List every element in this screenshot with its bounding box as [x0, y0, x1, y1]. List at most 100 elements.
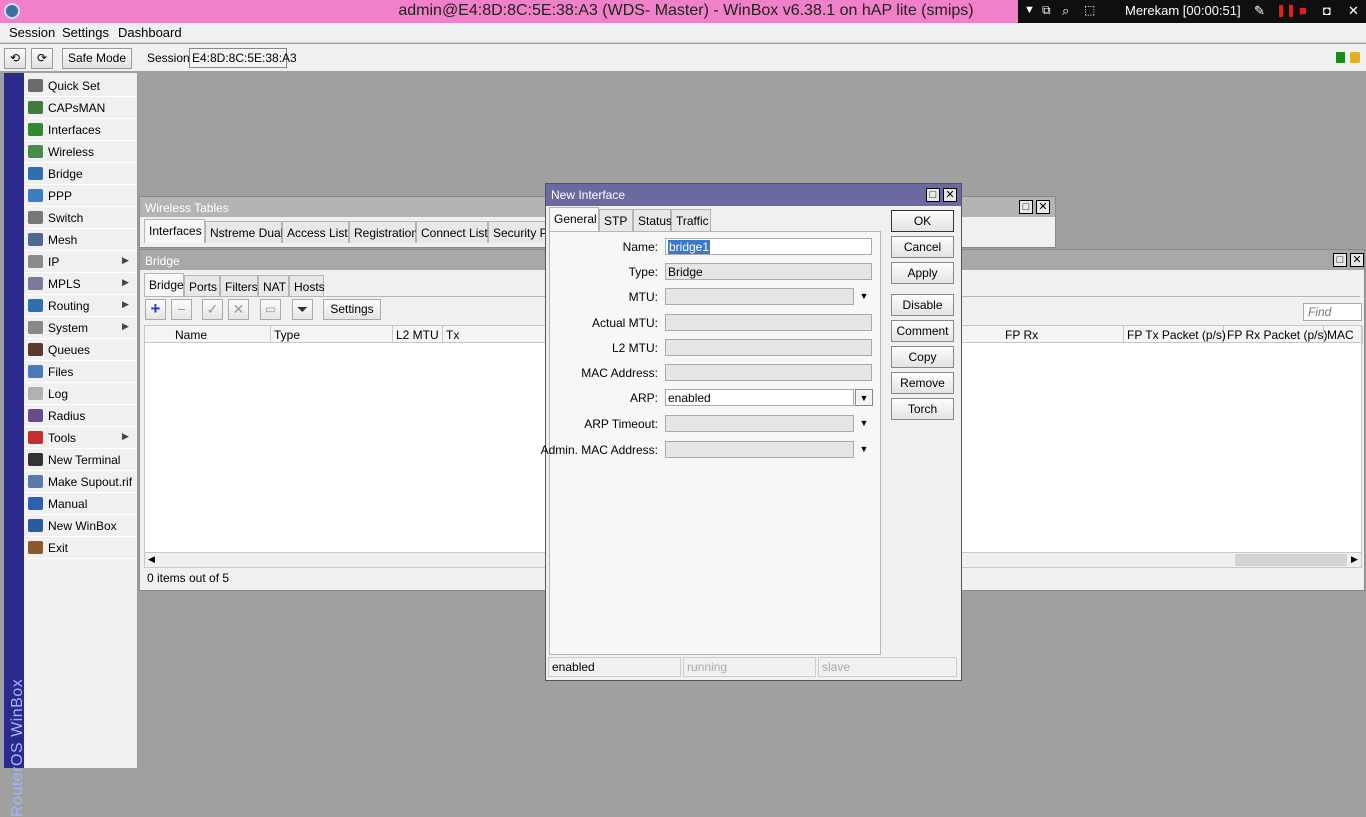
- enable-check-icon[interactable]: ✓: [202, 299, 223, 320]
- sidebar-item-files[interactable]: Files: [24, 361, 137, 383]
- scroll-left-icon[interactable]: ◀: [148, 554, 155, 565]
- sidebar-item-quick-set[interactable]: Quick Set: [24, 75, 137, 97]
- undo-button[interactable]: ⟲: [4, 48, 26, 69]
- column-type[interactable]: Type: [271, 326, 393, 344]
- tab-dialog-stp[interactable]: STP: [599, 209, 633, 231]
- sidebar-item-routing[interactable]: Routing ▶: [24, 295, 137, 317]
- sidebar-item-wireless[interactable]: Wireless: [24, 141, 137, 163]
- tab-wireless-nstreme-dual[interactable]: Nstreme Dual: [205, 221, 283, 243]
- settings-button[interactable]: Settings: [323, 299, 381, 320]
- camera-icon[interactable]: ◘: [1323, 3, 1331, 18]
- comment-icon[interactable]: ▭: [260, 299, 281, 320]
- sidebar-item-radius[interactable]: Radius: [24, 405, 137, 427]
- dropdown-arrow-icon[interactable]: ▼: [1024, 4, 1035, 16]
- connection-status-icon: [1336, 52, 1345, 63]
- region-select-icon[interactable]: ⬚: [1084, 3, 1095, 17]
- name-field[interactable]: bridge1: [665, 238, 872, 255]
- sidebar-item-new-terminal[interactable]: New Terminal: [24, 449, 137, 471]
- sidebar-item-mesh[interactable]: Mesh: [24, 229, 137, 251]
- tab-dialog-general[interactable]: General: [549, 207, 599, 231]
- pen-icon[interactable]: ✎: [1254, 3, 1265, 19]
- filter-icon[interactable]: ⏷: [292, 299, 313, 320]
- remove-button[interactable]: Remove: [891, 372, 954, 394]
- comment-button[interactable]: Comment: [891, 320, 954, 342]
- add-icon[interactable]: +: [145, 299, 166, 320]
- tab-bridge-hosts[interactable]: Hosts: [289, 275, 325, 297]
- sidebar-item-exit[interactable]: Exit: [24, 537, 137, 559]
- menu-dashboard[interactable]: Dashboard: [118, 25, 182, 40]
- tab-bridge-bridge[interactable]: Bridge: [144, 273, 184, 297]
- sidebar-item-new-winbox[interactable]: New WinBox: [24, 515, 137, 537]
- apply-button[interactable]: Apply: [891, 262, 954, 284]
- sidebar-item-ppp[interactable]: PPP: [24, 185, 137, 207]
- sidebar-item-manual[interactable]: Manual: [24, 493, 137, 515]
- maximize-icon[interactable]: □: [1019, 200, 1033, 214]
- zoom-search-icon[interactable]: ⌕: [1062, 3, 1069, 19]
- close-icon[interactable]: ✕: [1348, 3, 1359, 19]
- column-mac[interactable]: MAC: [1324, 326, 1363, 344]
- column-fp-rx-packet-p-s-[interactable]: FP Rx Packet (p/s): [1224, 326, 1327, 344]
- screen-recorder-bar: ▼ ⧉ ⌕ ⬚ Merekam [00:00:51] ✎ ❚❚ ■ ◘ ✕: [1018, 0, 1366, 23]
- disable-button[interactable]: Disable: [891, 294, 954, 316]
- tab-bridge-ports[interactable]: Ports: [184, 275, 220, 297]
- scroll-right-icon[interactable]: ▶: [1351, 554, 1358, 565]
- torch-button[interactable]: Torch: [891, 398, 954, 420]
- column-fp-tx-packet-p-s-[interactable]: FP Tx Packet (p/s): [1124, 326, 1226, 344]
- sidebar-item-queues[interactable]: Queues: [24, 339, 137, 361]
- arp-timeout-field[interactable]: [665, 415, 854, 432]
- column-l2-mtu[interactable]: L2 MTU: [393, 326, 443, 344]
- tab-bridge-nat[interactable]: NAT: [258, 275, 289, 297]
- tab-dialog-status[interactable]: Status: [633, 209, 672, 231]
- disable-x-icon[interactable]: ✕: [228, 299, 249, 320]
- mac-address-label: MAC Address:: [581, 366, 658, 380]
- redo-button[interactable]: ⟳: [31, 48, 53, 69]
- sidebar-item-bridge[interactable]: Bridge: [24, 163, 137, 185]
- restore-icon[interactable]: ⧉: [1042, 3, 1051, 18]
- tab-dialog-traffic[interactable]: Traffic: [671, 209, 711, 231]
- tab-wireless-interfaces[interactable]: Interfaces: [144, 219, 205, 243]
- arp-timeout-dropdown-icon[interactable]: ▼: [855, 415, 873, 432]
- sidebar-item-interfaces[interactable]: Interfaces: [24, 119, 137, 141]
- pause-icon[interactable]: ❚❚: [1276, 3, 1296, 17]
- maximize-icon[interactable]: □: [926, 188, 940, 202]
- sidebar-item-ip[interactable]: IP ▶: [24, 251, 137, 273]
- column-fp-rx[interactable]: FP Rx: [1002, 326, 1124, 344]
- status-slave: slave: [818, 657, 957, 677]
- sidebar-item-switch[interactable]: Switch: [24, 207, 137, 229]
- close-icon[interactable]: ✕: [1350, 253, 1364, 267]
- sidebar-item-make-supout-rif[interactable]: Make Supout.rif: [24, 471, 137, 493]
- sidebar-item-mpls[interactable]: MPLS ▶: [24, 273, 137, 295]
- menu-settings[interactable]: Settings: [62, 25, 109, 40]
- sidebar-item-tools[interactable]: Tools ▶: [24, 427, 137, 449]
- session-field[interactable]: E4:8D:8C:5E:38:A3: [189, 48, 297, 68]
- tools-icon: [28, 431, 43, 444]
- sidebar-item-log[interactable]: Log: [24, 383, 137, 405]
- column-name[interactable]: Name: [172, 326, 271, 344]
- remove-icon[interactable]: −: [171, 299, 192, 320]
- sidebar-item-label: Files: [48, 365, 74, 379]
- tab-wireless-connect-list[interactable]: Connect List: [416, 221, 488, 243]
- close-icon[interactable]: ✕: [1036, 200, 1050, 214]
- tab-bridge-filters[interactable]: Filters: [220, 275, 258, 297]
- close-icon[interactable]: ✕: [943, 188, 957, 202]
- maximize-icon[interactable]: □: [1333, 253, 1347, 267]
- admin-mac-field[interactable]: [665, 441, 854, 458]
- sidebar-item-capsman[interactable]: CAPsMAN: [24, 97, 137, 119]
- find-input[interactable]: [1303, 303, 1362, 321]
- mtu-field[interactable]: [665, 288, 854, 305]
- ok-button[interactable]: OK: [891, 210, 954, 232]
- copy-button[interactable]: Copy: [891, 346, 954, 368]
- stop-icon[interactable]: ■: [1299, 3, 1307, 18]
- menu-session[interactable]: Session: [9, 25, 55, 40]
- sidebar-item-label: Manual: [48, 497, 88, 511]
- cancel-button[interactable]: Cancel: [891, 236, 954, 258]
- sidebar-item-system[interactable]: System ▶: [24, 317, 137, 339]
- admin-mac-dropdown-icon[interactable]: ▼: [855, 441, 873, 458]
- scrollbar-thumb[interactable]: [1235, 554, 1347, 566]
- safe-mode-button[interactable]: Safe Mode: [62, 48, 132, 69]
- arp-select[interactable]: enabled: [665, 389, 854, 406]
- mtu-dropdown-icon[interactable]: ▼: [855, 288, 873, 305]
- tab-wireless-access-list[interactable]: Access List: [282, 221, 349, 243]
- arp-dropdown-icon[interactable]: ▼: [855, 389, 873, 406]
- tab-wireless-registration[interactable]: Registration: [349, 221, 418, 243]
